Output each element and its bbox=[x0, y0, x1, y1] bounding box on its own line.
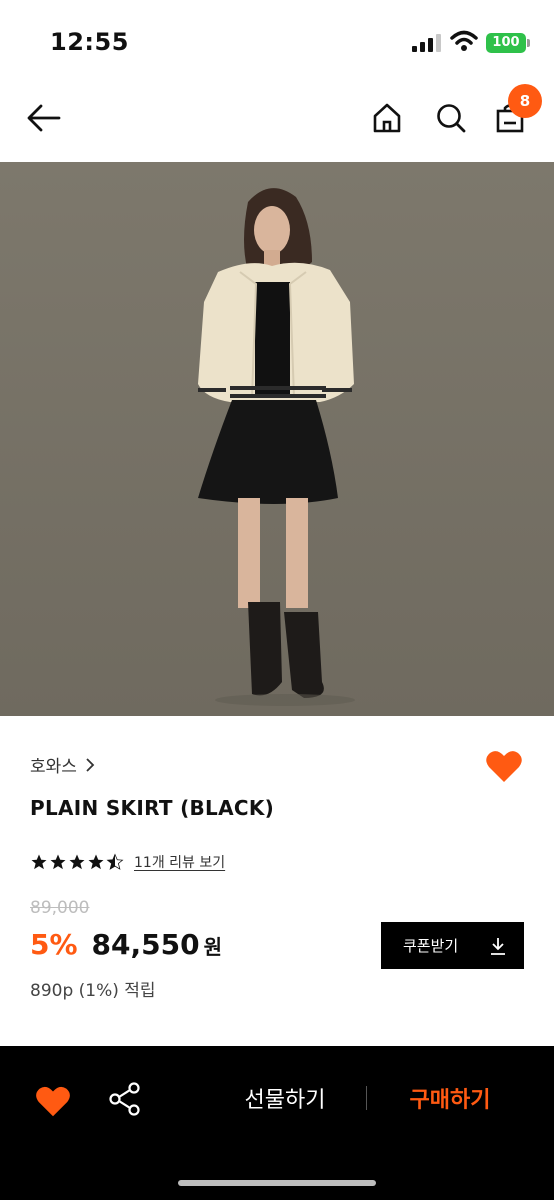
chevron-right-icon bbox=[86, 757, 95, 772]
wishlist-heart-icon[interactable] bbox=[34, 1082, 72, 1120]
cart-count-badge: 8 bbox=[508, 84, 542, 118]
home-button[interactable] bbox=[365, 96, 409, 140]
bottom-action-bar: 선물하기 구매하기 bbox=[0, 1046, 554, 1200]
search-icon bbox=[437, 104, 466, 133]
search-button[interactable] bbox=[429, 96, 473, 140]
wishlist-heart-icon[interactable] bbox=[484, 746, 524, 786]
star-icon bbox=[31, 854, 47, 870]
currency-label: 원 bbox=[203, 935, 223, 959]
home-indicator bbox=[178, 1180, 376, 1186]
share-icon[interactable] bbox=[106, 1080, 144, 1118]
star-icon bbox=[69, 854, 85, 870]
arrow-left-icon bbox=[27, 104, 61, 132]
product-image[interactable] bbox=[0, 162, 554, 716]
home-icon bbox=[373, 103, 401, 133]
star-rating bbox=[30, 853, 124, 871]
back-button[interactable] bbox=[22, 96, 66, 140]
status-bar: 12:55 100 bbox=[0, 0, 554, 78]
battery-indicator: 100 bbox=[486, 33, 530, 53]
status-time: 12:55 bbox=[50, 28, 129, 56]
price-row: 5% 84,550 원 bbox=[30, 928, 222, 961]
wifi-icon bbox=[450, 30, 478, 51]
coupon-label: 쿠폰받기 bbox=[403, 937, 459, 955]
signal-icon bbox=[412, 34, 441, 52]
buy-button[interactable]: 구매하기 bbox=[390, 1082, 510, 1114]
product-photo-illustration bbox=[0, 162, 554, 716]
divider bbox=[366, 1086, 367, 1110]
original-price: 89,000 bbox=[30, 898, 90, 918]
half-star-icon bbox=[106, 853, 124, 870]
reward-points: 890p (1%) 적립 bbox=[30, 981, 156, 1001]
rating-row: 11개 리뷰 보기 bbox=[30, 852, 225, 872]
star-icon bbox=[88, 854, 104, 870]
star-icon bbox=[50, 854, 66, 870]
gift-button[interactable]: 선물하기 bbox=[225, 1082, 345, 1114]
top-navigation bbox=[0, 78, 554, 162]
product-title: PLAIN SKIRT (BLACK) bbox=[30, 796, 275, 820]
coupon-download-button[interactable]: 쿠폰받기 bbox=[381, 922, 524, 969]
sale-price: 84,550 bbox=[91, 928, 200, 961]
brand-link[interactable]: 호와스 bbox=[30, 752, 95, 777]
download-icon bbox=[491, 937, 505, 955]
brand-name: 호와스 bbox=[30, 757, 77, 777]
discount-rate: 5% bbox=[30, 928, 78, 961]
review-link[interactable]: 11개 리뷰 보기 bbox=[134, 852, 225, 872]
